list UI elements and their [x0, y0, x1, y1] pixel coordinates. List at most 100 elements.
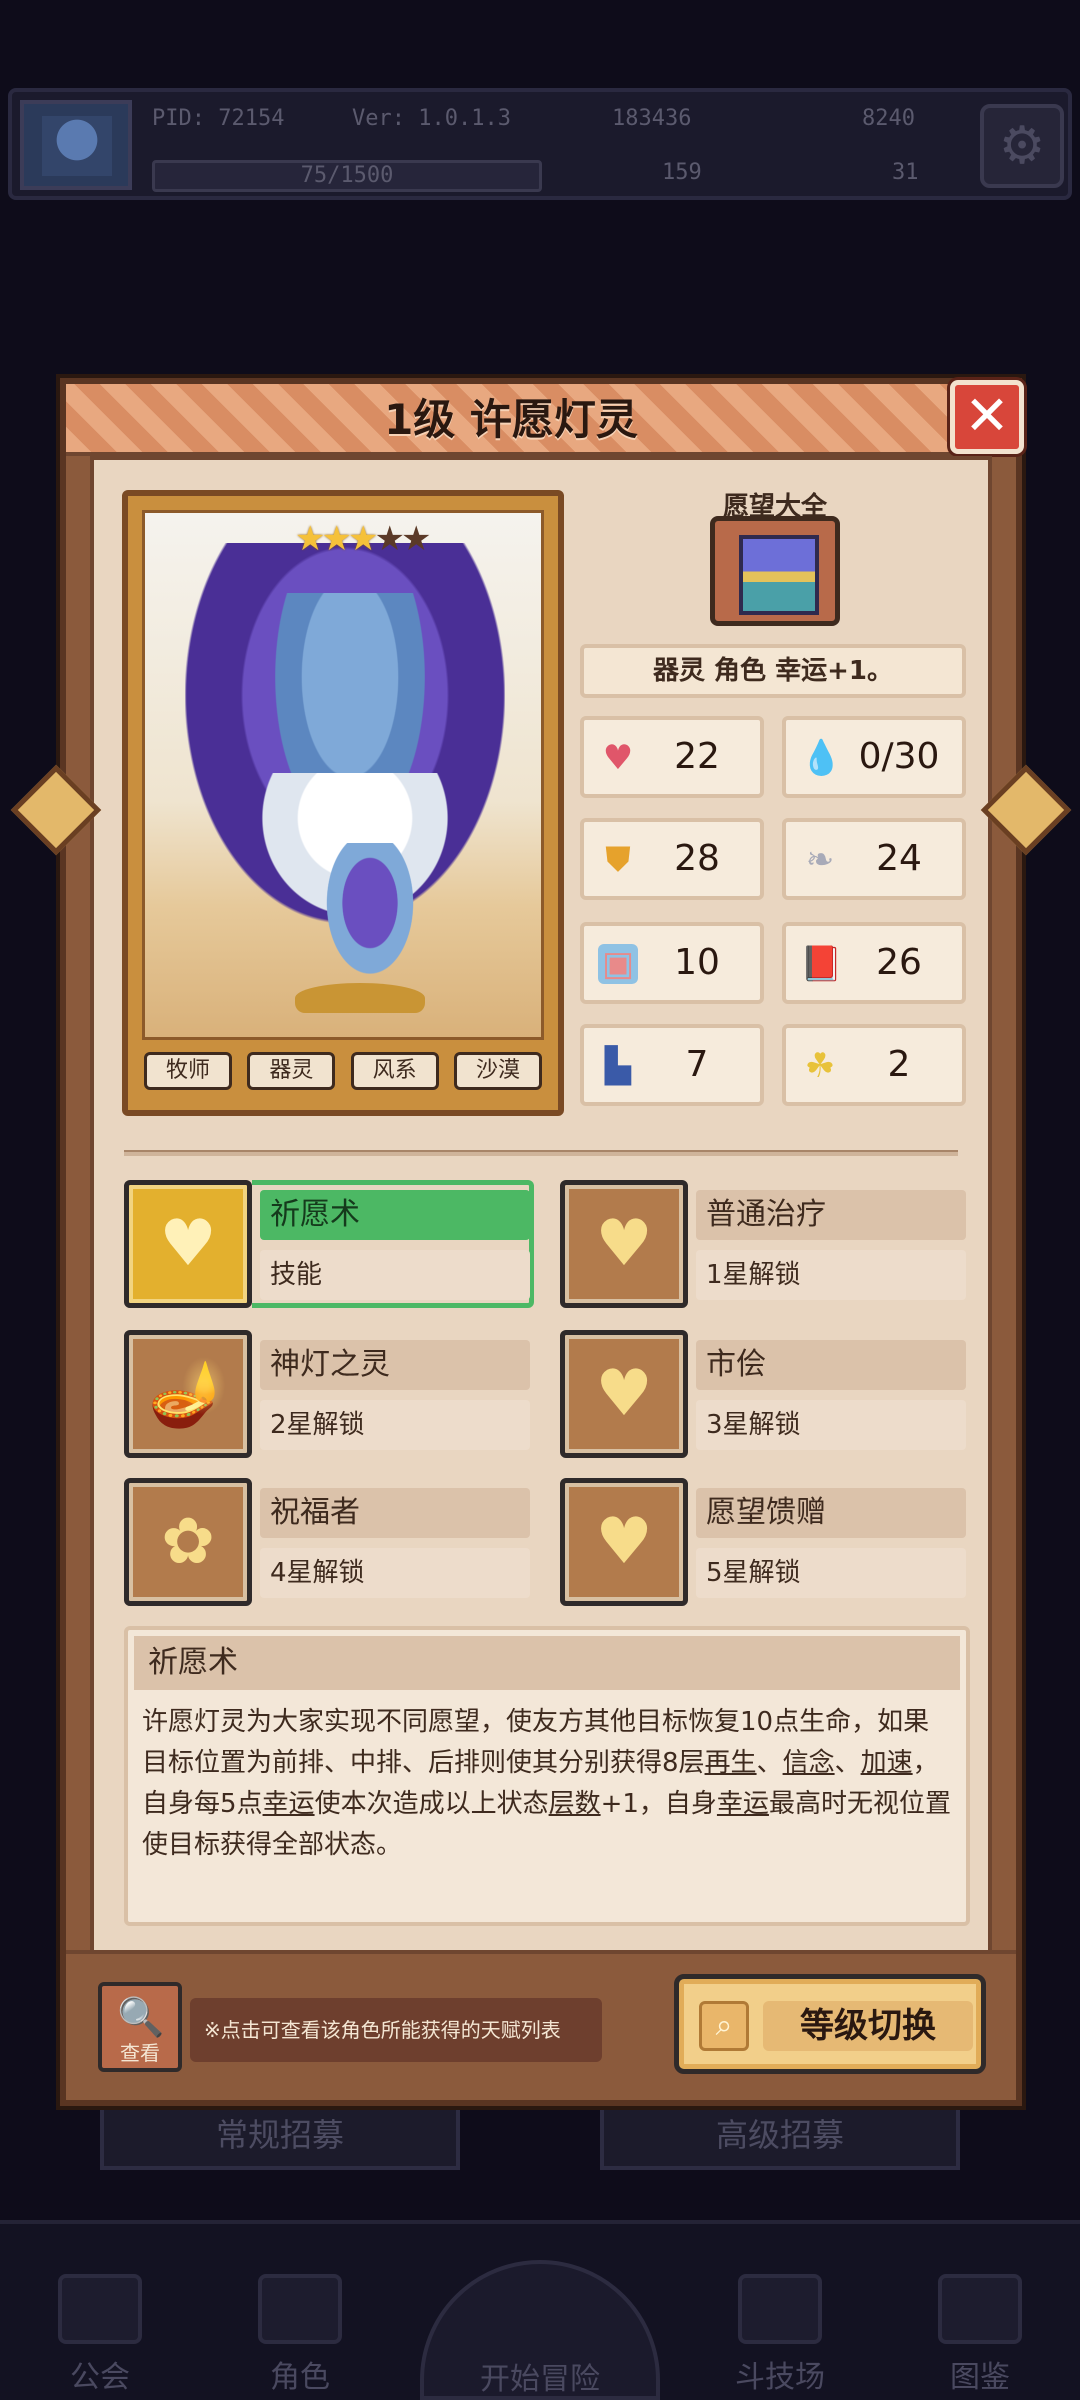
character-icon	[258, 2274, 342, 2344]
skill-unlock: 1星解锁	[696, 1250, 966, 1300]
keyword-link[interactable]: 加速	[861, 1748, 913, 1778]
dialog-body: ★★★★★ 牧师 器灵 风系 沙漠 愿望大全 器灵 角色 幸运+1。 ♥ 22 …	[90, 456, 992, 2076]
guild-icon	[58, 2274, 142, 2344]
level-switch-label: 等级切换	[763, 2001, 973, 2051]
rune-icon: ▣	[598, 944, 638, 984]
character-detail-dialog: 1级 许愿灯灵 ✕ ★★★★★ 牧师 器灵 风系 沙漠 愿望大全 器灵 角色 幸…	[60, 378, 1024, 2106]
settings-gear-icon[interactable]	[980, 104, 1064, 188]
keyword-link[interactable]: 幸运	[717, 1789, 769, 1819]
small-genie	[315, 843, 425, 993]
heart-shield-icon: ♥	[560, 1180, 688, 1308]
nav-guild[interactable]: 公会	[10, 2274, 190, 2395]
player-avatar[interactable]	[20, 100, 132, 190]
desc-part: +1，自身	[600, 1789, 717, 1819]
skill-name: 市侩	[696, 1340, 966, 1390]
skill-unlock: 技能	[260, 1250, 530, 1300]
magnifier-icon: 🔍	[117, 1995, 165, 2039]
skill-slot-5[interactable]: ✿ 祝福者 4星解锁	[124, 1478, 534, 1606]
section-divider	[124, 1150, 958, 1156]
stat-speed: ❧ 24	[782, 818, 966, 900]
dialog-footer: 🔍 查看 ※点击可查看该角色所能获得的天赋列表 ⌕ 等级切换	[66, 1950, 1016, 2100]
nav-arena-label: 斗技场	[735, 2360, 825, 2395]
shield-icon: ⛊	[605, 840, 631, 880]
heart-shield-icon: ♥	[560, 1330, 688, 1458]
desc-part: 使本次造成以上状态	[314, 1789, 549, 1819]
view-label: 查看	[120, 2041, 160, 2065]
desc-part: 、	[834, 1748, 861, 1778]
advanced-recruit-button[interactable]: 高级招募	[600, 2100, 960, 2170]
close-button[interactable]: ✕	[950, 380, 1024, 454]
equipped-item[interactable]: 愿望大全	[710, 486, 840, 626]
heart-shield-icon: ♥	[124, 1180, 252, 1308]
tag-class: 牧师	[144, 1052, 232, 1090]
nav-arena[interactable]: 斗技场	[690, 2274, 870, 2395]
exp-text: 75/1500	[300, 163, 394, 188]
nav-codex-label: 图鉴	[950, 2360, 1010, 2395]
boot-icon: ▙	[604, 1046, 632, 1086]
magic-lamp	[295, 983, 425, 1013]
start-adventure-label: 开始冒险	[480, 2362, 600, 2397]
close-icon: ✕	[964, 384, 1010, 447]
water-drop-icon: 💧	[800, 738, 843, 778]
stat-luck: ☘ 2	[782, 1024, 966, 1106]
nav-guild-label: 公会	[70, 2360, 130, 2395]
skill-slot-3[interactable]: 🪔 神灯之灵 2星解锁	[124, 1330, 534, 1458]
version-text: Ver: 1.0.1.3	[352, 106, 511, 131]
star-rating: ★★★★★	[295, 519, 431, 559]
skill-unlock: 2星解锁	[260, 1400, 530, 1450]
view-talents-button[interactable]: 🔍 查看	[98, 1982, 182, 2072]
stat-mana: 💧 0/30	[782, 716, 966, 798]
star-filled-icon: ★	[295, 519, 326, 559]
stat-defense: ⛊ 28	[580, 818, 764, 900]
stat-speed-value: 24	[876, 838, 922, 879]
keyword-link[interactable]: 信念	[783, 1748, 835, 1778]
normal-recruit-button[interactable]: 常规招募	[100, 2100, 460, 2170]
skill-name: 祝福者	[260, 1488, 530, 1538]
skill-name: 普通治疗	[696, 1190, 966, 1240]
dialog-title: 1级 许愿灯灵	[384, 395, 638, 444]
description-title: 祈愿术	[134, 1636, 960, 1690]
stat-mana-value: 0/30	[858, 736, 940, 777]
gold-count: 183436	[612, 106, 692, 131]
feather-icon: ❧	[805, 840, 835, 880]
stat-move-value: 7	[685, 1044, 709, 1085]
dialog-header: 1级 许愿灯灵	[66, 384, 956, 456]
skill-name: 愿望馈赠	[696, 1488, 966, 1538]
skill-slot-6[interactable]: ♥ 愿望馈赠 5星解锁	[560, 1478, 970, 1606]
blessing-icon: ✿	[124, 1478, 252, 1606]
skill-slot-2[interactable]: ♥ 普通治疗 1星解锁	[560, 1180, 970, 1308]
gem-count: 8240	[862, 106, 915, 131]
skill-slot-1[interactable]: ♥ 祈愿术 技能	[124, 1180, 534, 1308]
tag-region: 沙漠	[453, 1052, 542, 1090]
keyword-link[interactable]: 幸运	[263, 1789, 315, 1819]
stat-magic-value: 26	[876, 942, 922, 983]
skill-description: 祈愿术 许愿灯灵为大家实现不同愿望，使友方其他目标恢复10点生命，如果目标位置为…	[124, 1626, 970, 1926]
stat-magic: 📕 26	[782, 922, 966, 1004]
skill-unlock: 3星解锁	[696, 1400, 966, 1450]
magnifier-icon: ⌕	[699, 2001, 749, 2051]
skill-name: 神灯之灵	[260, 1340, 530, 1390]
book-icon: 📕	[800, 944, 843, 984]
star-filled-icon: ★	[321, 519, 352, 559]
star-filled-icon: ★	[347, 519, 379, 559]
passive-bonus: 器灵 角色 幸运+1。	[580, 644, 966, 698]
player-status-bar: PID: 72154 Ver: 1.0.1.3 75/1500 183436 8…	[8, 88, 1072, 200]
skill-name: 祈愿术	[260, 1190, 530, 1240]
level-switch-button[interactable]: ⌕ 等级切换	[674, 1974, 986, 2074]
nav-character-label: 角色	[270, 2360, 330, 2395]
keyword-link[interactable]: 层数	[549, 1789, 601, 1819]
stat-rune-value: 10	[674, 942, 720, 983]
description-text: 许愿灯灵为大家实现不同愿望，使友方其他目标恢复10点生命，如果目标位置为前排、中…	[142, 1702, 952, 1866]
nav-character[interactable]: 角色	[210, 2274, 390, 2395]
nav-codex[interactable]: 图鉴	[890, 2274, 1070, 2395]
skill-unlock: 5星解锁	[696, 1548, 966, 1598]
character-tags: 牧师 器灵 风系 沙漠	[144, 1052, 542, 1092]
talent-hint: ※点击可查看该角色所能获得的天赋列表	[190, 1998, 602, 2062]
desc-part: 、	[756, 1748, 783, 1778]
heart-icon: ♥	[602, 738, 634, 778]
crossed-swords-icon	[738, 2274, 822, 2344]
player-id: PID: 72154	[152, 106, 285, 131]
skill-slot-4[interactable]: ♥ 市侩 3星解锁	[560, 1330, 970, 1458]
keyword-link[interactable]: 再生	[705, 1748, 757, 1778]
resource-a-count: 159	[662, 160, 702, 185]
